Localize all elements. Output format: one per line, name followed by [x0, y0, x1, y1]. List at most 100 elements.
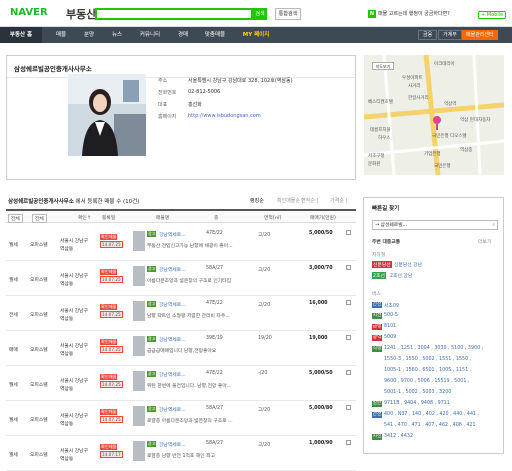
sort-price[interactable]: 가격순 | [330, 197, 347, 204]
bus-routes[interactable]: 1550-3 , 1550 , 5002 , 1551 , 1550 , [384, 357, 471, 362]
listing-title-link[interactable]: 강남역세로... [159, 336, 186, 343]
location-map[interactable]: 아크테리아 우성아파트 사거리 베스티켄호텔 역삼역 한일사거리 데름프지플 하… [364, 55, 504, 175]
select-checkbox[interactable] [346, 265, 351, 270]
bus-routes[interactable]: 541 , 470 , 471 , 407 , 462 , 408 , 421 [384, 423, 476, 428]
address: 서울시 강남구 [60, 274, 89, 279]
listing-title-link[interactable]: 강남역세로... [159, 441, 186, 448]
deal-type: 월세 [9, 453, 18, 458]
property-type-select[interactable]: 전체 [32, 214, 47, 223]
address-dong: 역삼동 [60, 352, 74, 357]
naver-logo[interactable]: NAVER [10, 7, 48, 18]
deal-type-select[interactable]: 전체 [8, 214, 23, 223]
col-area: 면적(㎡) [264, 216, 282, 221]
verified-badge: 확인매물 [100, 269, 118, 275]
promo-text[interactable]: 매물 고르는데 행정이 궁금하다면? [378, 11, 450, 17]
bus-routes[interactable]: 3412 , 4432 [384, 434, 413, 439]
listing-description: 로얄층 아름다운조망과 넓은창의 구조로 ... [147, 419, 233, 424]
sort-ranking[interactable]: 랭킹순 [250, 197, 264, 204]
bus-type-badge: 급행 [372, 324, 382, 330]
sort-area[interactable]: 면적순 | [301, 197, 318, 204]
select-checkbox[interactable] [346, 335, 351, 340]
listing-date: 14.07.25 [100, 276, 123, 283]
listing-title-link[interactable]: 강남역세로... [159, 301, 186, 308]
listing-row[interactable]: 월세 오피스텔 서울시 강남구 역삼동 확인매물 14.07.25 광고 강남역세로... 위탄… [6, 366, 356, 401]
listing-date: 14.07.17 [100, 451, 123, 458]
listing-price: 1,000/90 [309, 441, 333, 446]
listing-title-link[interactable]: 강남역세로... [159, 406, 186, 413]
bus-routes[interactable]: 5001-1 , 5002 , 5003 , 3200 [384, 390, 451, 395]
bus-routes[interactable]: 9600 , 9700 , 5006 , 15519 , 5001 , [384, 379, 469, 384]
listing-description: 위탄 한번에 풀컨입니다. 남향,전망 좋아... [147, 384, 232, 389]
bus-routes[interactable]: 9711B , 9404 , 9408 , 9711 [384, 401, 450, 406]
search-input[interactable] [95, 8, 253, 20]
select-checkbox[interactable] [346, 370, 351, 375]
subway-station-link[interactable]: 신분당선 강남 [394, 261, 422, 268]
listing-row[interactable]: 전세 오피스텔 서울시 강남구 역삼동 확인매물 14.07.25 광고 강남역세로... 남향… [6, 296, 356, 331]
listing-area: 47E/22 [206, 301, 223, 306]
agent-homepage-link[interactable]: http://www.isbudongsan.com [188, 113, 261, 119]
nav-listing-center[interactable]: 매물관리센터 [462, 30, 498, 40]
listing-price: 16,000 [309, 301, 328, 306]
address: 서울시 강남구 [60, 379, 89, 384]
nav-finance[interactable]: 금융 [418, 30, 438, 40]
subway-station-link[interactable]: 2호선 강남 [390, 272, 412, 279]
bus-routes[interactable]: 400 , N37 , 140 , 402 , 420 , 440 , 441 … [384, 412, 479, 417]
nav-home[interactable]: 부동산 홈 [0, 27, 42, 43]
listing-floor: 19/20 [258, 336, 272, 341]
nav-ledger[interactable]: 가계부 [438, 30, 462, 40]
service-brand[interactable]: 부동산 [66, 6, 96, 22]
listing-thumbnail[interactable] [133, 266, 145, 286]
listing-date: 14.07.25 [100, 311, 123, 318]
listing-area: 58A/27 [206, 266, 224, 271]
select-checkbox[interactable] [346, 440, 351, 445]
combined-search-button[interactable]: 통합검색 [275, 8, 301, 20]
nav-presale[interactable]: 분양 [78, 27, 100, 43]
nav-custom-listings[interactable]: 맞춤매물 [200, 27, 230, 43]
listing-thumbnail[interactable] [133, 406, 145, 426]
bus-routes[interactable]: 1005-1 , 1560 , 6501 , 1005 , 1151 , [384, 368, 471, 373]
property-type: 오피스텔 [30, 348, 48, 353]
listing-title-link[interactable]: 강남역세로... [159, 266, 186, 273]
bus-routes[interactable]: 8101 [384, 324, 396, 329]
listing-row[interactable]: 월세 오피스텔 서울시 강남구 역삼동 확인매물 14.07.25 광고 강남역세로... 아름… [6, 261, 356, 296]
bus-type-badge: 직행 [372, 346, 382, 352]
select-checkbox[interactable] [346, 230, 351, 235]
nav-listings[interactable]: 매물 [50, 27, 72, 43]
listing-title-link[interactable]: 강남역세로... [159, 371, 186, 378]
listing-thumbnail[interactable] [133, 371, 145, 391]
transit-more-link[interactable]: 더보기 [478, 238, 491, 245]
listing-price: 5,000/50 [309, 371, 333, 376]
bus-routes[interactable]: 서초09 [384, 302, 399, 309]
search-button[interactable]: 검색 [253, 8, 267, 20]
view-map-button[interactable]: 지도보기 [372, 62, 394, 70]
sort-verified[interactable]: 확인매물순 | [277, 197, 303, 204]
select-checkbox[interactable] [346, 405, 351, 410]
listing-row[interactable]: 월세 오피스텔 서울시 강남구 역삼동 확인매물 14.07.25 광고 강남역세로... 부동… [6, 226, 356, 261]
listing-thumbnail[interactable] [133, 441, 145, 461]
bus-routes[interactable]: 500-5 [384, 313, 398, 318]
promo-banner[interactable]: N 매물 고르는데 행정이 궁금하다면? [368, 10, 450, 18]
bus-type-badge: 간선 [372, 412, 382, 418]
listing-thumbnail[interactable] [133, 336, 145, 356]
ad-tag: 광고 [147, 371, 157, 377]
col-verified[interactable]: 확인↑ [78, 214, 91, 221]
route-search-input[interactable]: → 삼성쉐르빌... ⌕ [372, 220, 498, 230]
address: 서울시 강남구 [60, 239, 89, 244]
nav-my-page[interactable]: MY 페이지 [238, 27, 274, 43]
listing-thumbnail[interactable] [133, 301, 145, 321]
listing-thumbnail[interactable] [133, 231, 145, 251]
mobile-link[interactable]: + Mobile [478, 11, 507, 19]
agent-photo [68, 74, 146, 156]
nav-auction[interactable]: 경매 [172, 27, 194, 43]
listing-row[interactable]: 월세 오피스텔 서울시 강남구 역삼동 확인매물 14.07.25 광고 강남역세로... 로얄… [6, 401, 356, 436]
listing-price: 19,000 [309, 336, 328, 341]
nav-news[interactable]: 뉴스 [106, 27, 128, 43]
bus-routes[interactable]: 1241 , 1251 , 3004 , 3030 , 5100 , 3900 … [384, 346, 483, 351]
col-date[interactable]: 등록일 [102, 214, 115, 221]
search-icon[interactable]: ⌕ [492, 221, 495, 230]
listing-title-link[interactable]: 강남역세로... [159, 231, 186, 238]
select-checkbox[interactable] [346, 300, 351, 305]
listing-row[interactable]: 매매 오피스텔 서울시 강남구 역삼동 확인매물 14.07.25 광고 강남역세로... 급급… [6, 331, 356, 366]
nav-community[interactable]: 커뮤니티 [135, 27, 165, 43]
bus-routes[interactable]: 5009 [384, 335, 396, 340]
